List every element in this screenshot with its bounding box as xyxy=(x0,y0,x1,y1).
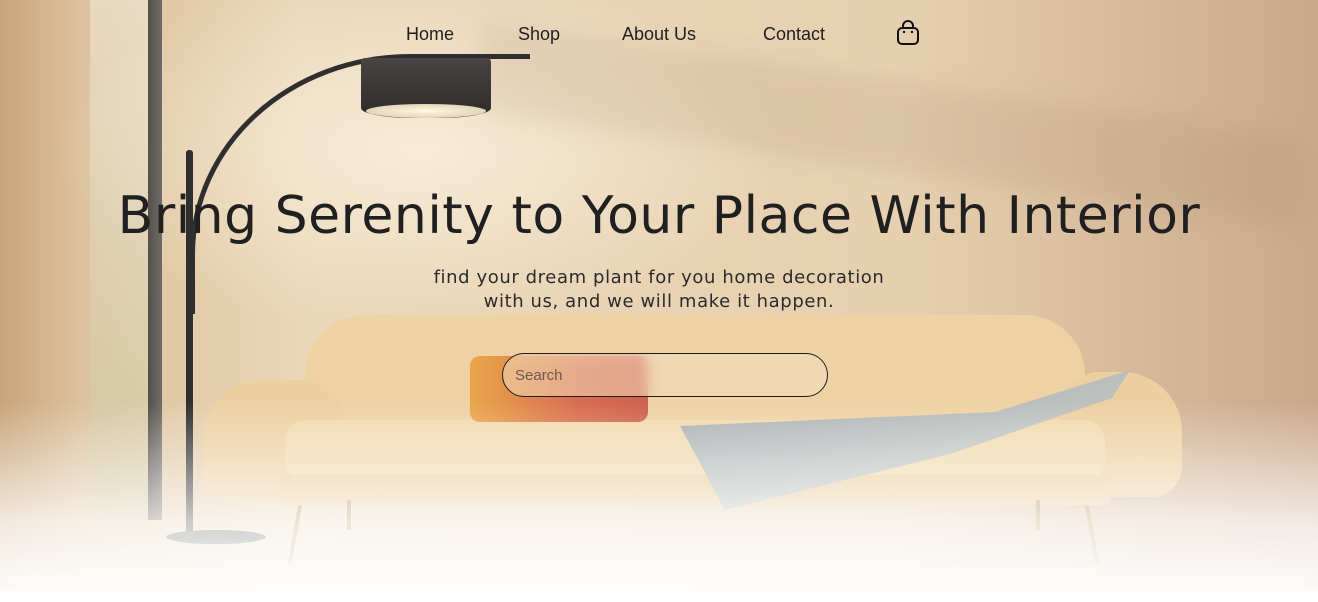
hero-title: Bring Serenity to Your Place With Interi… xyxy=(117,186,1201,246)
search-input[interactable] xyxy=(502,353,828,397)
hero-subtitle-line-2: with us, and we will make it happen. xyxy=(483,291,835,312)
shopping-bag-icon[interactable] xyxy=(896,20,920,46)
hero-subtitle: find your dream plant for you home decor… xyxy=(0,266,1318,314)
main-nav: Home Shop About Us Contact xyxy=(0,22,1318,48)
nav-link-home[interactable]: Home xyxy=(406,22,454,46)
nav-link-shop[interactable]: Shop xyxy=(518,22,560,46)
nav-link-about-us[interactable]: About Us xyxy=(622,22,696,46)
lamp-glow xyxy=(366,104,486,118)
nav-link-contact[interactable]: Contact xyxy=(763,22,825,46)
hero-subtitle-line-1: find your dream plant for you home decor… xyxy=(433,267,885,288)
hero-fade-overlay xyxy=(0,402,1318,602)
